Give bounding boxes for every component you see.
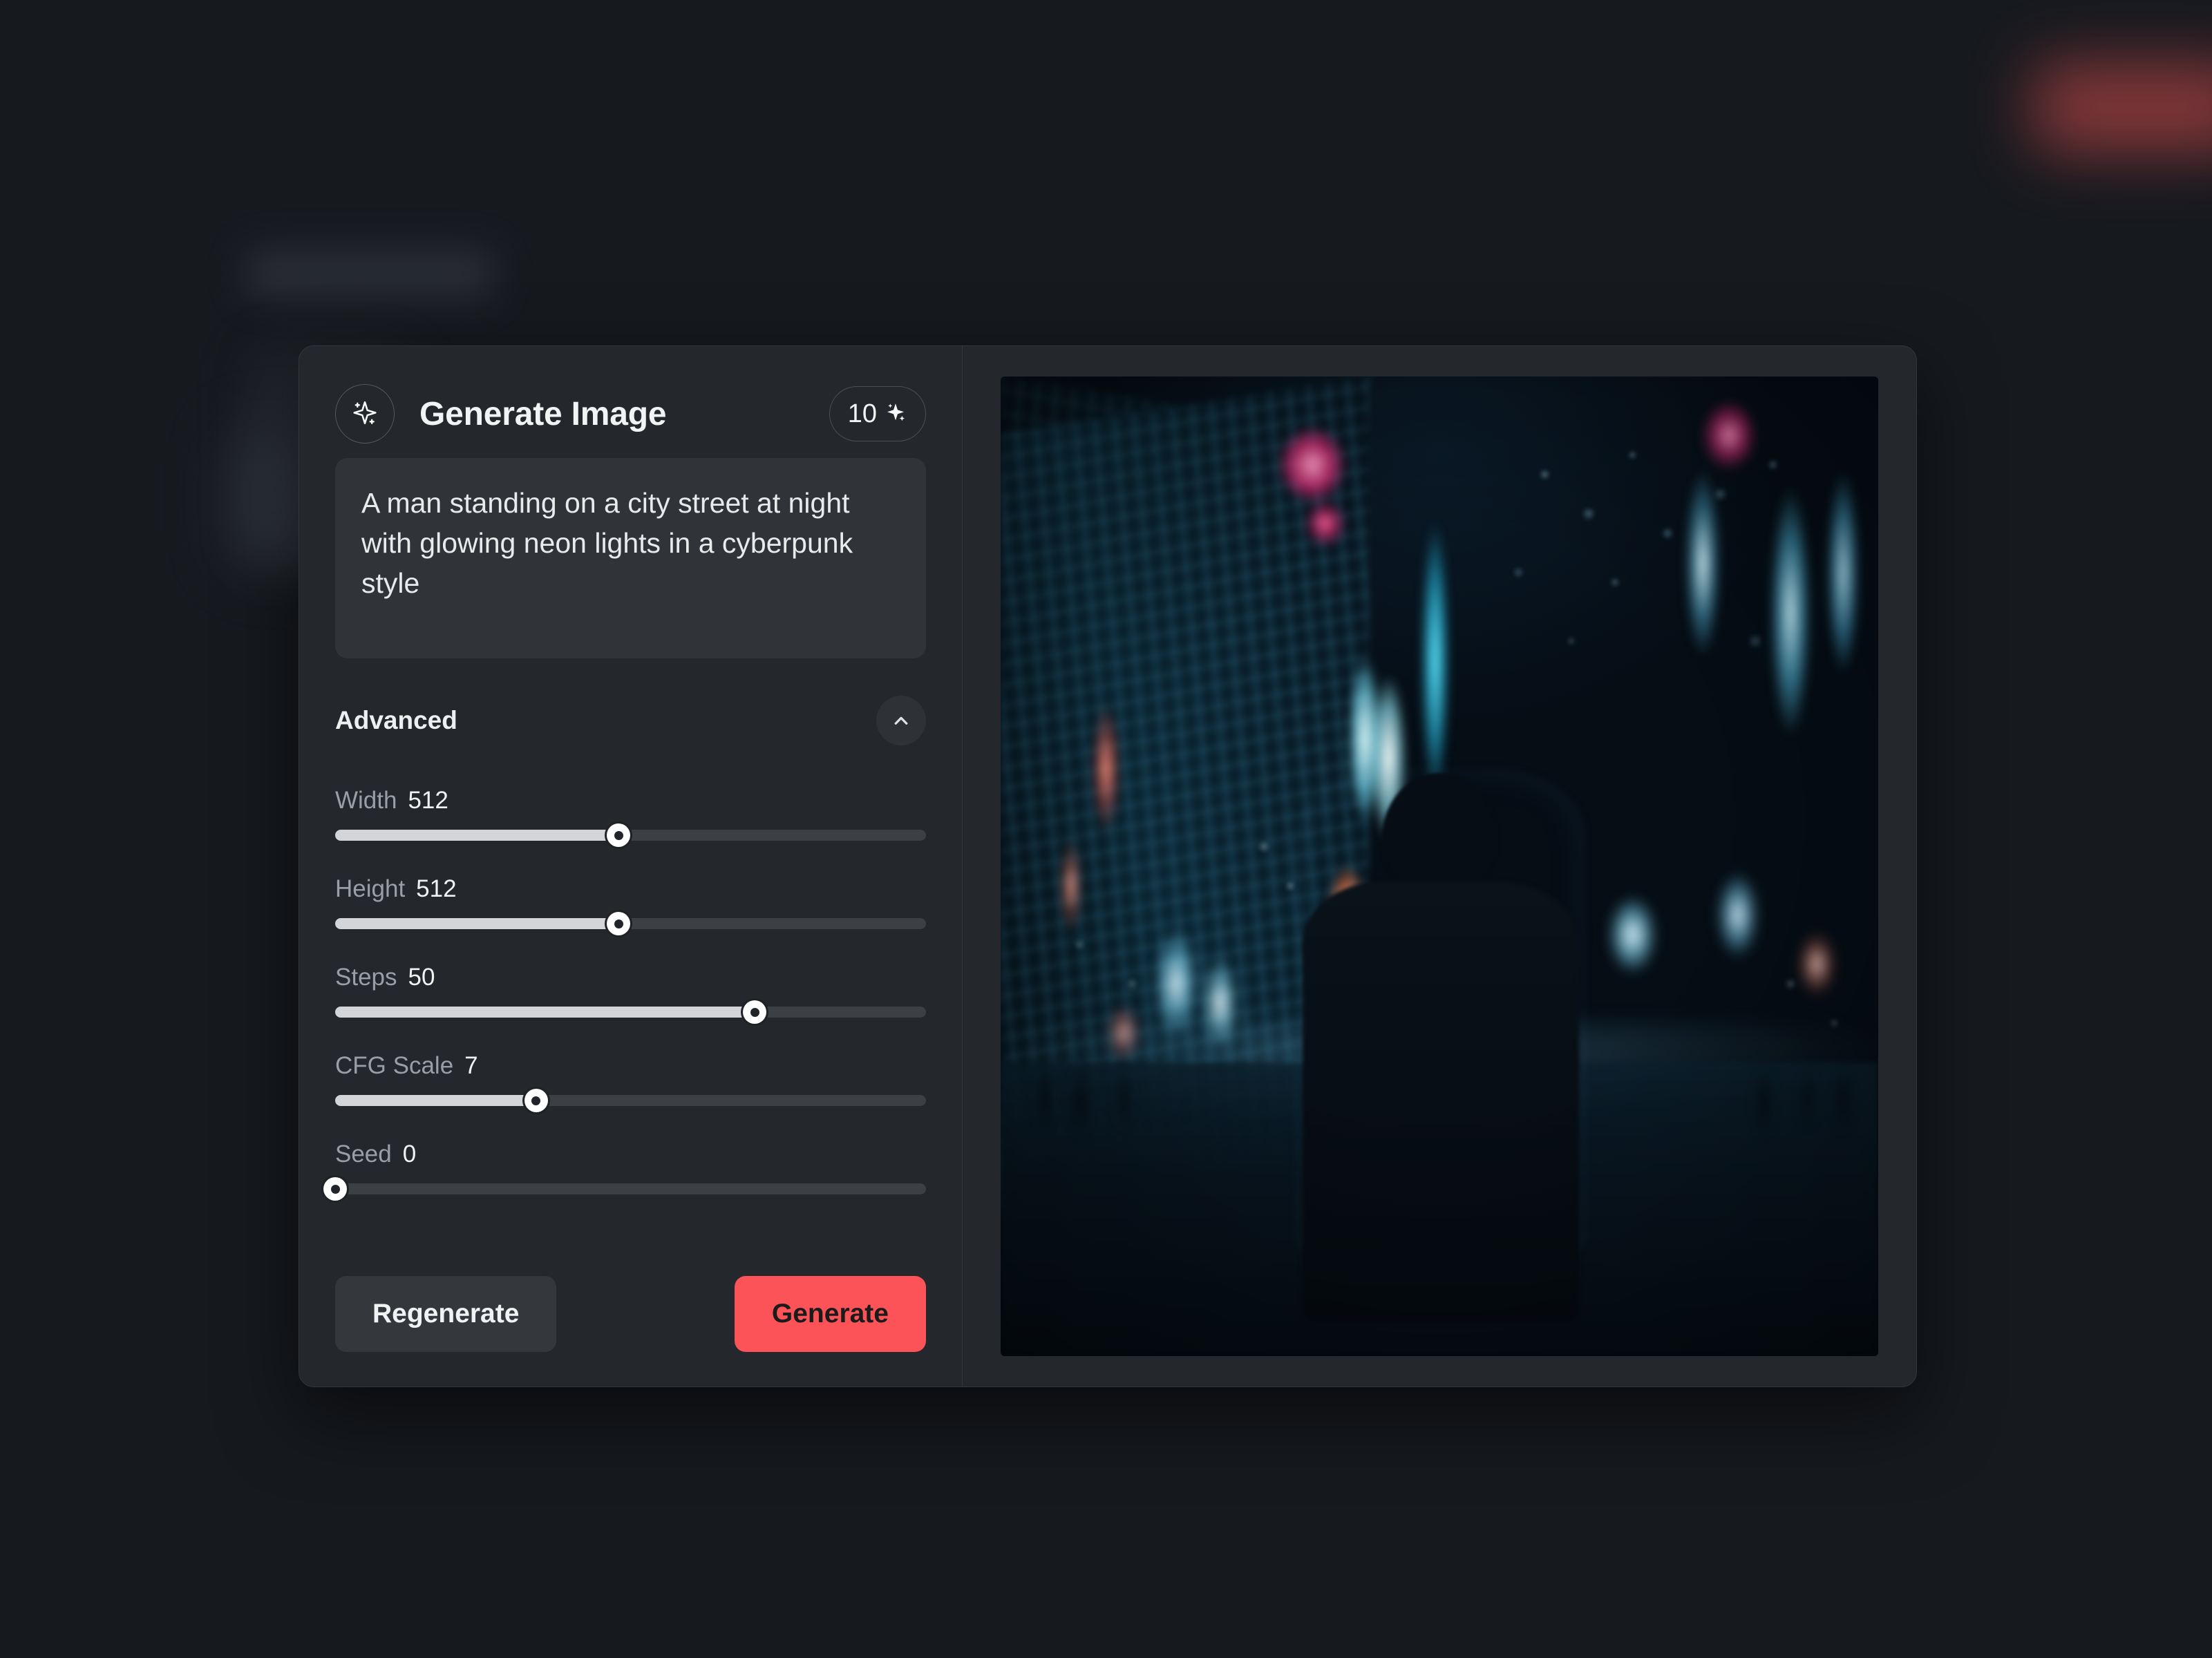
slider-height-value: 512: [416, 875, 457, 902]
image-vignette: [1001, 377, 1878, 1356]
slider-width-value: 512: [408, 787, 448, 814]
slider-cfg-scale: CFG Scale 7: [335, 1052, 926, 1112]
slider-seed-header: Seed 0: [335, 1141, 926, 1168]
controls-panel: Generate Image 10 A man standing on a ci…: [299, 346, 963, 1387]
background-heading-blur: [245, 249, 494, 298]
slider-cfg-scale-fill: [335, 1095, 536, 1106]
slider-width-label: Width: [335, 787, 397, 814]
slider-cfg-scale-value: 7: [464, 1052, 478, 1079]
slider-seed-track[interactable]: [323, 1177, 926, 1201]
slider-height-header: Height 512: [335, 875, 926, 903]
slider-height-track[interactable]: [335, 912, 926, 935]
slider-steps-label: Steps: [335, 964, 397, 991]
prompt-input[interactable]: A man standing on a city street at night…: [335, 458, 926, 658]
slider-width: Width 512: [335, 787, 926, 847]
chevron-up-icon[interactable]: [876, 696, 926, 745]
regenerate-button[interactable]: Regenerate: [335, 1276, 557, 1352]
slider-steps-fill: [335, 1007, 755, 1018]
slider-seed: Seed 0: [323, 1141, 926, 1201]
slider-steps-track[interactable]: [335, 1000, 926, 1024]
advanced-sliders: Width 512 Height 512 Steps 50 CFG Scale …: [323, 787, 926, 1201]
slider-height-label: Height: [335, 875, 406, 902]
generate-image-modal: Generate Image 10 A man standing on a ci…: [299, 345, 1917, 1387]
slider-height-fill: [335, 918, 619, 929]
slider-cfg-scale-header: CFG Scale 7: [335, 1052, 926, 1080]
modal-header: Generate Image 10: [335, 381, 926, 447]
slider-width-header: Width 512: [335, 787, 926, 814]
credits-badge[interactable]: 10: [829, 386, 926, 441]
slider-seed-label: Seed: [335, 1141, 392, 1168]
slider-width-thumb[interactable]: [607, 823, 631, 847]
sparkle-icon: [335, 384, 395, 444]
slider-width-fill: [335, 830, 619, 841]
slider-height: Height 512: [335, 875, 926, 935]
slider-steps-thumb[interactable]: [743, 1000, 767, 1024]
slider-steps: Steps 50: [335, 964, 926, 1024]
generated-image[interactable]: [1001, 377, 1878, 1356]
prompt-text: A man standing on a city street at night…: [361, 487, 861, 600]
app-root: Generate Image 10 A man standing on a ci…: [0, 0, 2212, 1658]
credits-count: 10: [847, 399, 877, 428]
page-title: Generate Image: [419, 395, 667, 432]
generate-button[interactable]: Generate: [734, 1276, 926, 1352]
background-red-accent-blur: [2032, 62, 2212, 152]
preview-panel: [963, 346, 1916, 1387]
slider-width-track[interactable]: [335, 823, 926, 847]
slider-steps-value: 50: [408, 964, 435, 991]
slider-seed-thumb[interactable]: [323, 1177, 347, 1201]
slider-height-thumb[interactable]: [607, 912, 631, 935]
advanced-label: Advanced: [335, 706, 457, 734]
slider-cfg-scale-thumb[interactable]: [524, 1089, 548, 1112]
advanced-section-header[interactable]: Advanced: [335, 696, 926, 745]
slider-seed-value: 0: [402, 1141, 417, 1168]
sparkle-icon: [884, 401, 907, 428]
action-bar: Regenerate Generate: [335, 1235, 926, 1352]
slider-cfg-scale-label: CFG Scale: [335, 1052, 454, 1079]
slider-cfg-scale-track[interactable]: [335, 1089, 926, 1112]
slider-steps-header: Steps 50: [335, 964, 926, 991]
